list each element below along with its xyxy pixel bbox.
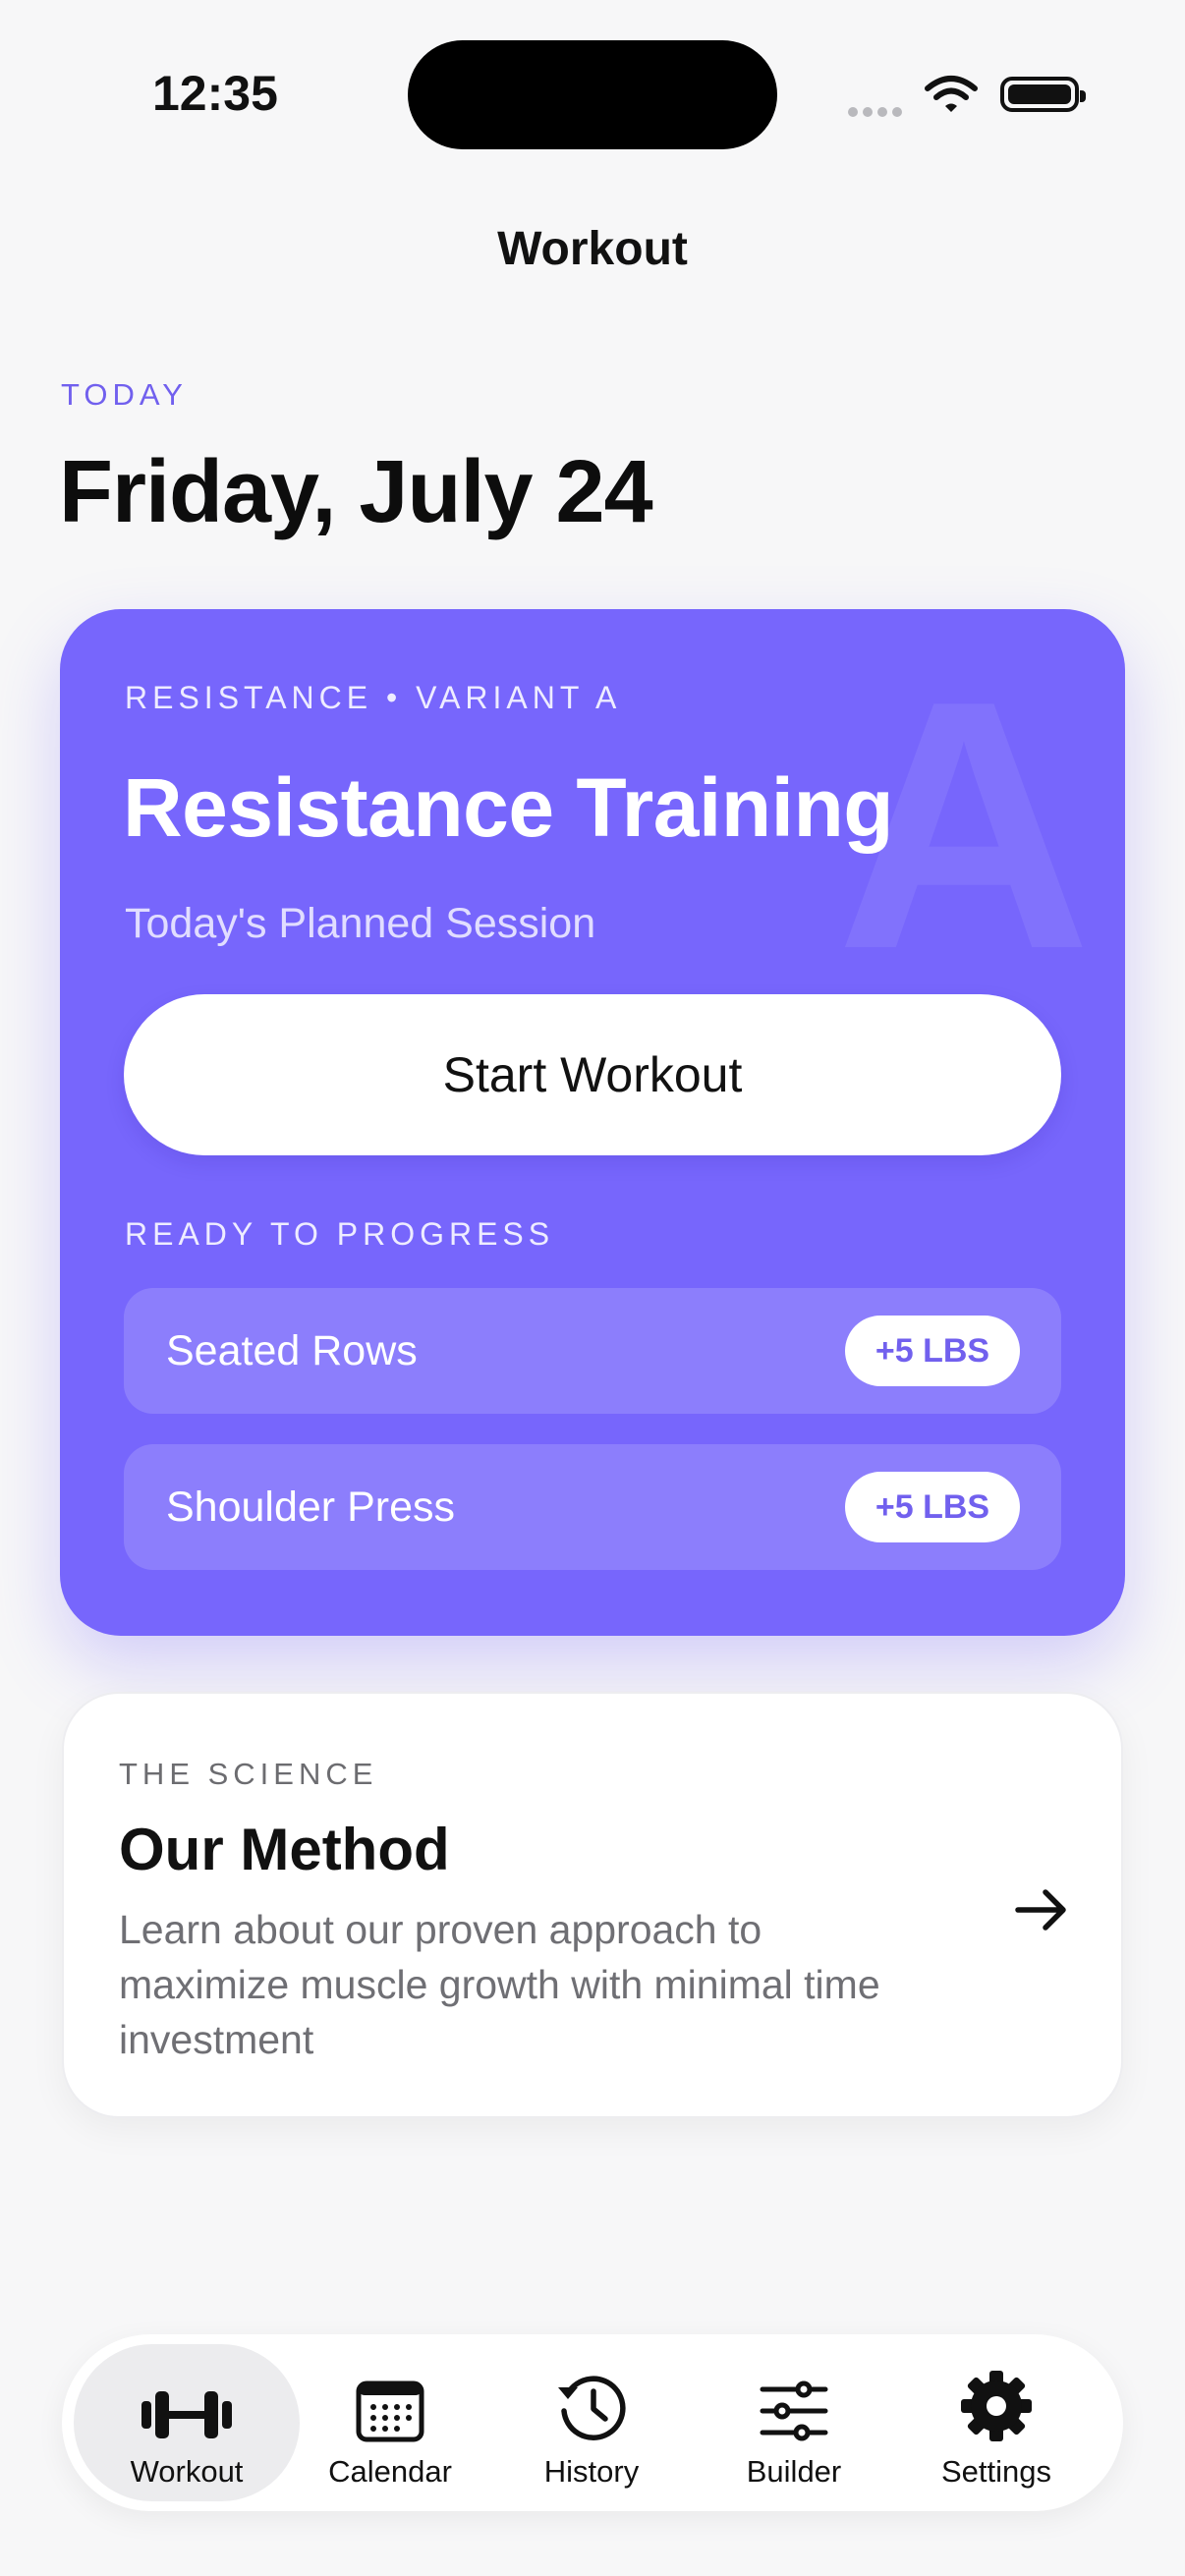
progression-row-seated-rows[interactable]: Seated Rows +5 LBS — [124, 1288, 1061, 1414]
workout-card: A RESISTANCE • VARIANT A Resistance Trai… — [60, 609, 1125, 1636]
nav-title: Workout — [497, 223, 688, 275]
exercise-name: Shoulder Press — [166, 1484, 455, 1531]
tab-label: Builder — [746, 2454, 842, 2489]
tab-label: Calendar — [328, 2454, 452, 2489]
dumbbell-icon — [141, 2391, 232, 2438]
tab-calendar[interactable]: Calendar — [277, 2344, 503, 2501]
history-icon — [558, 2376, 626, 2440]
tab-settings[interactable]: Settings — [883, 2344, 1109, 2501]
exercise-name: Seated Rows — [166, 1327, 418, 1374]
workout-kicker: RESISTANCE • VARIANT A — [125, 680, 622, 715]
dynamic-island — [408, 40, 777, 149]
tab-label: Settings — [940, 2454, 1051, 2489]
battery-icon — [1000, 77, 1086, 112]
start-workout-button[interactable]: Start Workout — [124, 994, 1061, 1155]
tab-bar: Workout Calendar History Builder Setting… — [62, 2334, 1123, 2511]
tab-history[interactable]: History — [479, 2344, 705, 2501]
sliders-icon — [760, 2380, 828, 2441]
cellular-signal-icon — [848, 104, 907, 122]
method-description: Learn about our proven approach to maxim… — [119, 1907, 880, 2062]
workout-title: Resistance Training — [123, 761, 894, 854]
tab-builder[interactable]: Builder — [681, 2344, 907, 2501]
status-time: 12:35 — [152, 66, 278, 121]
tab-workout[interactable]: Workout — [74, 2344, 300, 2501]
progression-badge: +5 LBS — [845, 1472, 1020, 1542]
today-label: TODAY — [61, 377, 188, 412]
workout-subtitle: Today's Planned Session — [125, 900, 596, 947]
arrow-right-icon — [1015, 1889, 1066, 1931]
page-title-date: Friday, July 24 — [59, 443, 653, 541]
progression-row-shoulder-press[interactable]: Shoulder Press +5 LBS — [124, 1444, 1061, 1570]
status-bar: 12:35 — [0, 0, 1185, 187]
method-title: Our Method — [119, 1817, 450, 1882]
tab-label: Workout — [130, 2454, 244, 2489]
progression-badge: +5 LBS — [845, 1316, 1020, 1386]
tab-label: History — [543, 2454, 640, 2489]
method-kicker: THE SCIENCE — [119, 1757, 378, 1791]
calendar-icon — [356, 2380, 424, 2442]
wifi-icon — [925, 76, 978, 112]
our-method-card[interactable]: THE SCIENCE Our Method Learn about our p… — [62, 1692, 1123, 2118]
ready-to-progress-label: READY TO PROGRESS — [125, 1216, 555, 1252]
gear-icon — [961, 2371, 1032, 2441]
